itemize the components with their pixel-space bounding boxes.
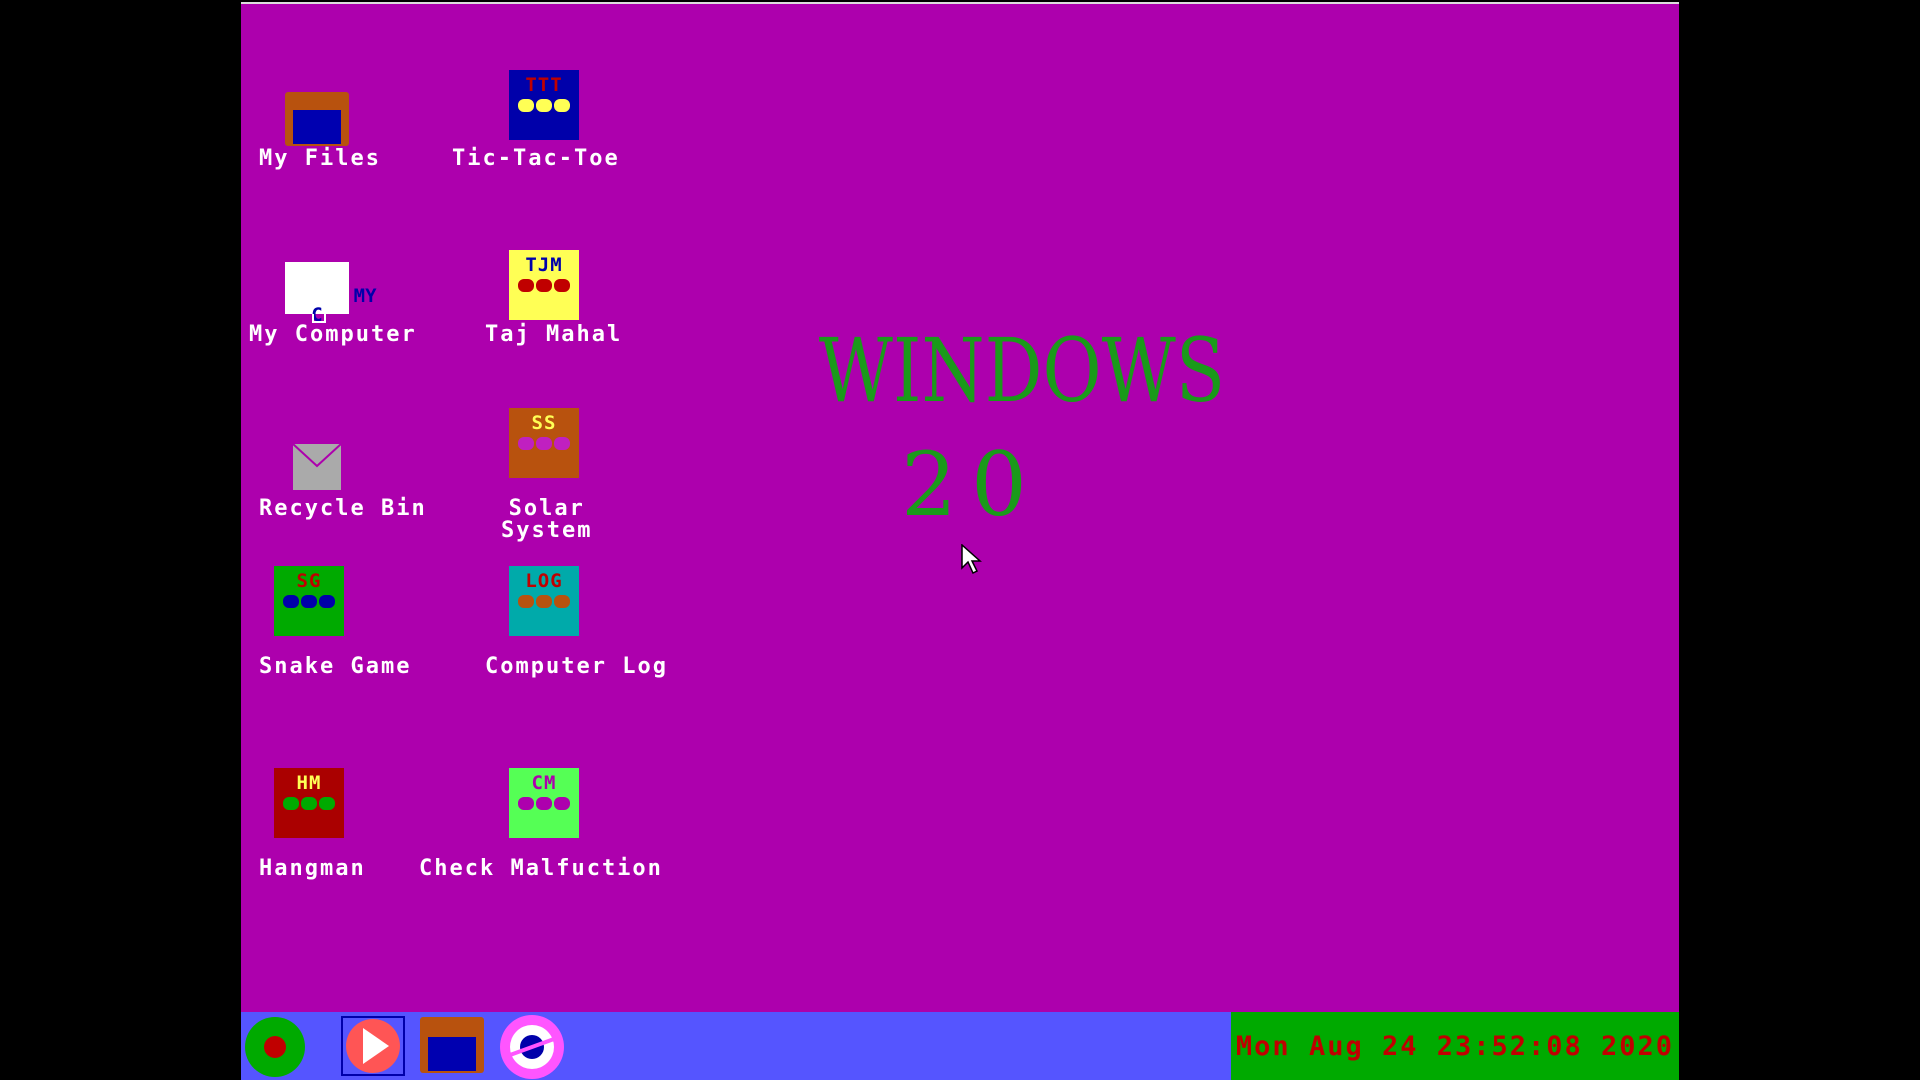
check-malfuction-icon[interactable]: CM [509, 768, 579, 838]
tic-tac-toe-icon[interactable]: TTT [509, 70, 579, 140]
tic-tac-toe-dots [518, 99, 570, 112]
tic-tac-toe-label[interactable]: Tic-Tac-Toe [452, 148, 620, 170]
taj-mahal-dots [518, 279, 570, 292]
computer-log-dots [518, 595, 570, 608]
start-red-dot-icon [264, 1036, 286, 1058]
hangman-badge: HM [296, 772, 322, 794]
snake-game-label[interactable]: Snake Game [259, 656, 411, 678]
media-player-button[interactable] [341, 1016, 405, 1076]
screen: My Files TTT Tic-Tac-Toe MY C My Compute… [241, 0, 1679, 1080]
my-computer-icon[interactable]: MY C [285, 262, 377, 325]
check-malfuction-badge: CM [531, 772, 557, 794]
clock-area: Mon Aug 24 23:52:08 2020 [1231, 1012, 1679, 1080]
clock[interactable]: Mon Aug 24 23:52:08 2020 [1236, 1031, 1674, 1062]
snake-game-dots [283, 595, 335, 608]
taj-mahal-icon[interactable]: TJM [509, 250, 579, 320]
computer-log-label[interactable]: Computer Log [485, 656, 668, 678]
browser-icon [509, 1025, 555, 1069]
browser-button[interactable] [500, 1015, 564, 1079]
recycle-bin-label[interactable]: Recycle Bin [259, 498, 427, 520]
recycle-bin-icon[interactable] [292, 440, 342, 490]
computer-log-badge: LOG [525, 570, 563, 592]
windows-logo-version: 20 [901, 433, 1041, 536]
solar-system-label[interactable]: Solar System [501, 498, 592, 542]
snake-game-icon[interactable]: SG [274, 566, 344, 636]
start-button[interactable] [245, 1017, 305, 1077]
solar-system-dots [518, 437, 570, 450]
my-computer-label[interactable]: My Computer [249, 324, 417, 346]
check-malfuction-label[interactable]: Check Malfuction [419, 858, 663, 880]
mouse-cursor-icon [961, 543, 983, 580]
solar-system-badge: SS [531, 412, 557, 434]
computer-log-icon[interactable]: LOG [509, 566, 579, 636]
snake-game-badge: SG [296, 570, 322, 592]
windows-logo-title: WINDOWS [818, 319, 1226, 422]
check-malfuction-dots [518, 797, 570, 810]
my-files-icon[interactable] [285, 92, 349, 146]
hangman-label[interactable]: Hangman [259, 858, 366, 880]
desktop: My Files TTT Tic-Tac-Toe MY C My Compute… [241, 2, 1679, 1012]
file-explorer-button[interactable] [420, 1017, 484, 1073]
play-icon [346, 1019, 400, 1073]
taskbar: Mon Aug 24 23:52:08 2020 [241, 1012, 1679, 1080]
hangman-dots [283, 797, 335, 810]
tic-tac-toe-badge: TTT [525, 74, 563, 96]
taj-mahal-label[interactable]: Taj Mahal [485, 324, 622, 346]
hangman-icon[interactable]: HM [274, 768, 344, 838]
taj-mahal-badge: TJM [525, 254, 563, 276]
my-files-label[interactable]: My Files [259, 148, 381, 170]
folder-icon [428, 1037, 476, 1071]
solar-system-icon[interactable]: SS [509, 408, 579, 478]
